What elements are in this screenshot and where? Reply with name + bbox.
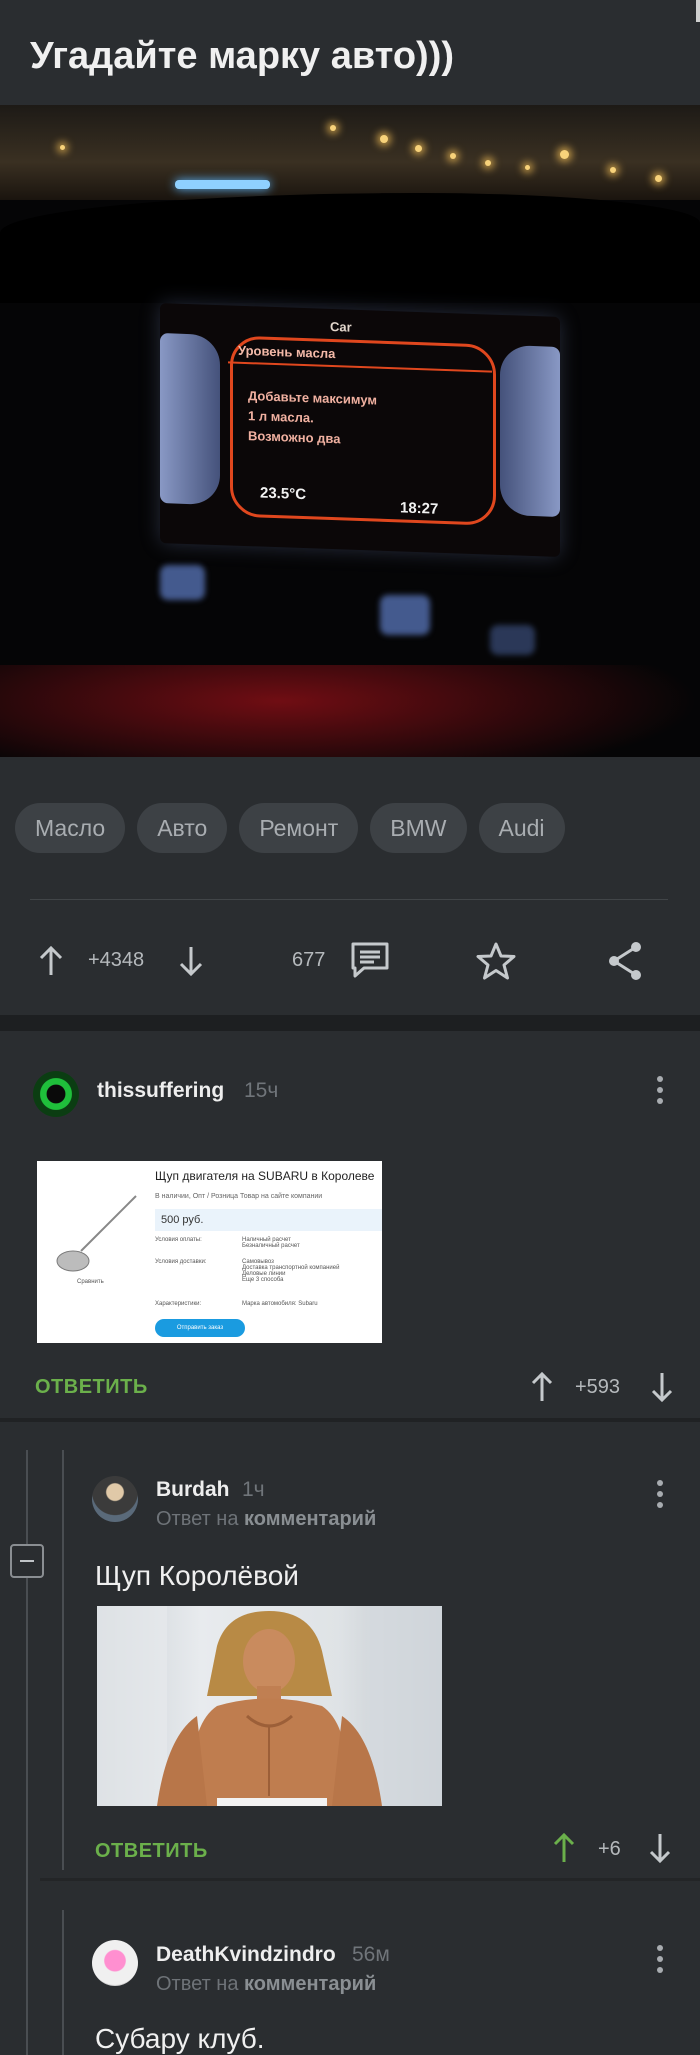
- listing-value: Наличный расчет Безналичный расчет: [242, 1237, 300, 1249]
- comment-time: 15ч: [244, 1079, 279, 1102]
- listing-subline: В наличии, Опт / Розница Товар на сайте …: [155, 1193, 323, 1200]
- windshield-view: [0, 105, 700, 200]
- comment-text: Щуп Королёвой: [95, 1560, 299, 1591]
- listing-price: 500 руб.: [155, 1209, 382, 1231]
- avatar[interactable]: [33, 1071, 79, 1117]
- comment-time: 56м: [352, 1943, 390, 1966]
- reflection: [160, 565, 205, 600]
- star-icon[interactable]: [475, 941, 517, 981]
- headup-light: [175, 180, 270, 189]
- street-light: [330, 125, 336, 131]
- comments-count[interactable]: 677: [292, 949, 325, 972]
- reply-to-target[interactable]: комментарий: [244, 1508, 376, 1530]
- tag[interactable]: Авто: [137, 803, 228, 853]
- avatar[interactable]: [92, 1476, 138, 1522]
- post-rating: +4348: [88, 949, 145, 971]
- listing-value: Самовывоз Доставка транспортной компание…: [242, 1259, 340, 1283]
- thread-line: [26, 1450, 28, 2055]
- car-info-display: Car Уровень масла Добавьте максимум 1 л …: [160, 303, 560, 557]
- reflection: [380, 595, 430, 635]
- listing-value: Марка автомобиля: Subaru: [242, 1301, 318, 1307]
- listing-label: Условия оплаты:: [155, 1237, 202, 1243]
- display-clock: 18:27: [400, 499, 439, 518]
- man-photo: [97, 1606, 442, 1806]
- street-light: [415, 145, 422, 152]
- street-light: [560, 150, 569, 159]
- reply-button[interactable]: ОТВЕТИТЬ: [95, 1840, 208, 1863]
- comment-rating: +6: [598, 1838, 621, 1860]
- comment-author[interactable]: thissuffering: [97, 1079, 224, 1103]
- post-title[interactable]: Угадайте марку авто))): [30, 35, 454, 78]
- tag[interactable]: Audi: [478, 803, 565, 853]
- comment-image[interactable]: [97, 1606, 442, 1806]
- reflection: [490, 625, 535, 655]
- street-light: [525, 165, 530, 170]
- divider: [30, 899, 668, 900]
- comment-author[interactable]: Burdah: [156, 1478, 230, 1502]
- street-light: [60, 145, 65, 150]
- tag[interactable]: BMW: [370, 803, 467, 853]
- street-light: [485, 160, 491, 166]
- display-left-wing: [160, 333, 220, 506]
- arrow-down-icon[interactable]: [178, 945, 204, 977]
- comment-rating: +593: [575, 1376, 621, 1398]
- reply-to-prefix: Ответ на: [156, 1508, 239, 1530]
- comment-separator: [0, 1418, 700, 1422]
- arrow-down-icon[interactable]: [648, 1832, 672, 1864]
- collapse-icon[interactable]: [10, 1544, 44, 1578]
- thread-line: [62, 1910, 64, 2055]
- thread-line: [62, 1450, 64, 1870]
- comment-icon[interactable]: [350, 941, 390, 979]
- display-temperature: 23.5°C: [260, 484, 307, 504]
- comment: DeathKvindzindro 56м Ответ на комментари…: [70, 1905, 700, 2055]
- more-vertical-icon[interactable]: [657, 1945, 663, 1978]
- reply-button[interactable]: ОТВЕТИТЬ: [35, 1376, 148, 1399]
- tag-list: Масло Авто Ремонт BMW Audi: [15, 803, 565, 853]
- tag[interactable]: Ремонт: [239, 803, 359, 853]
- more-vertical-icon[interactable]: [657, 1076, 663, 1109]
- display-title: Car: [330, 318, 352, 335]
- arrow-up-icon[interactable]: [530, 1371, 554, 1403]
- more-vertical-icon[interactable]: [657, 1480, 663, 1513]
- comment-time: 1ч: [242, 1478, 265, 1501]
- share-icon[interactable]: [606, 940, 644, 982]
- comment-text: Субару клуб.: [95, 2023, 265, 2054]
- listing-label: Условия доставки:: [155, 1259, 207, 1265]
- street-light: [655, 175, 662, 182]
- arrow-down-icon[interactable]: [650, 1371, 674, 1403]
- listing-title: Щуп двигателя на SUBARU в Королеве: [155, 1169, 375, 1183]
- comment: thissuffering 15ч Сравнить Щуп двигателя…: [0, 1031, 700, 1421]
- reply-to[interactable]: Ответ на комментарий: [156, 1508, 376, 1531]
- scroll-indicator[interactable]: [696, 0, 700, 22]
- street-light: [450, 153, 456, 159]
- listing-label: Характеристики:: [155, 1301, 202, 1307]
- street-light: [380, 135, 388, 143]
- comment-author[interactable]: DeathKvindzindro: [156, 1943, 336, 1967]
- post-actions: +4348 677: [0, 935, 700, 985]
- display-right-wing: [500, 344, 560, 517]
- reply-to-target[interactable]: комментарий: [244, 1973, 376, 1995]
- arrow-up-icon[interactable]: [552, 1832, 576, 1864]
- section-separator: [0, 1015, 700, 1031]
- compare-link[interactable]: Сравнить: [77, 1279, 104, 1285]
- arrow-up-icon[interactable]: [38, 945, 64, 977]
- comment-separator: [40, 1878, 700, 1881]
- dashboard: [0, 193, 700, 303]
- avatar[interactable]: [92, 1940, 138, 1986]
- tag[interactable]: Масло: [15, 803, 126, 853]
- order-button: Отправить заказ: [155, 1319, 245, 1337]
- display-message: Добавьте максимум 1 л масла. Возможно дв…: [248, 386, 377, 451]
- reply-to[interactable]: Ответ на комментарий: [156, 1973, 376, 1996]
- street-light: [610, 167, 616, 173]
- reply-to-prefix: Ответ на: [156, 1973, 239, 1995]
- comment-image[interactable]: Сравнить Щуп двигателя на SUBARU в Корол…: [37, 1161, 382, 1343]
- post-image[interactable]: Car Уровень масла Добавьте максимум 1 л …: [0, 105, 700, 757]
- red-ambient-light: [0, 665, 700, 757]
- ladle-image: [56, 1195, 137, 1272]
